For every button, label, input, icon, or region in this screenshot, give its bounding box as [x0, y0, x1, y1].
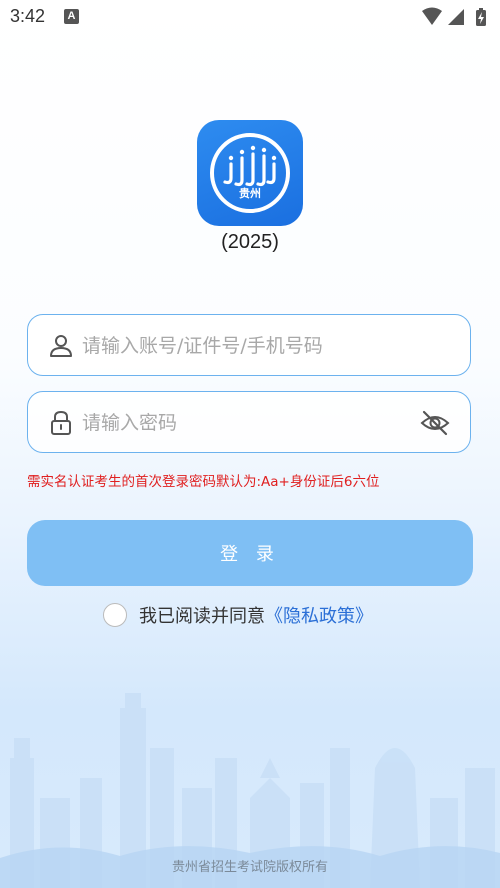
wifi-icon [422, 7, 442, 25]
status-time: 3:42 [10, 6, 46, 26]
account-input[interactable] [80, 325, 414, 367]
eye-off-icon[interactable] [420, 409, 450, 437]
app-logo-icon: 贵州 [197, 120, 303, 226]
password-input[interactable] [80, 402, 414, 444]
app-version: (2025) [221, 231, 279, 253]
password-field[interactable] [27, 391, 471, 453]
account-field[interactable] [27, 314, 471, 376]
cellular-signal-icon [448, 9, 464, 25]
password-notice: 需实名认证考生的首次登录密码默认为:Aa+身份证后6六位 [27, 474, 380, 490]
footer-copyright: 贵州省招生考试院版权所有 [171, 860, 328, 875]
notification-badge-icon: A [64, 9, 79, 24]
status-bar: 3:42 A [0, 0, 500, 34]
login-button[interactable]: 登 录 [27, 520, 473, 586]
status-icons [420, 6, 492, 28]
privacy-agreement: 我已阅读并同意 《隐私政策》 [103, 600, 373, 630]
privacy-policy-link[interactable]: 《隐私政策》 [265, 602, 373, 628]
battery-charging-icon [476, 8, 486, 26]
agree-text: 我已阅读并同意 [139, 606, 265, 627]
agree-radio[interactable] [103, 603, 127, 627]
app-logo-text: 贵州 [239, 186, 261, 200]
lock-icon [51, 410, 71, 435]
user-icon [50, 335, 72, 357]
